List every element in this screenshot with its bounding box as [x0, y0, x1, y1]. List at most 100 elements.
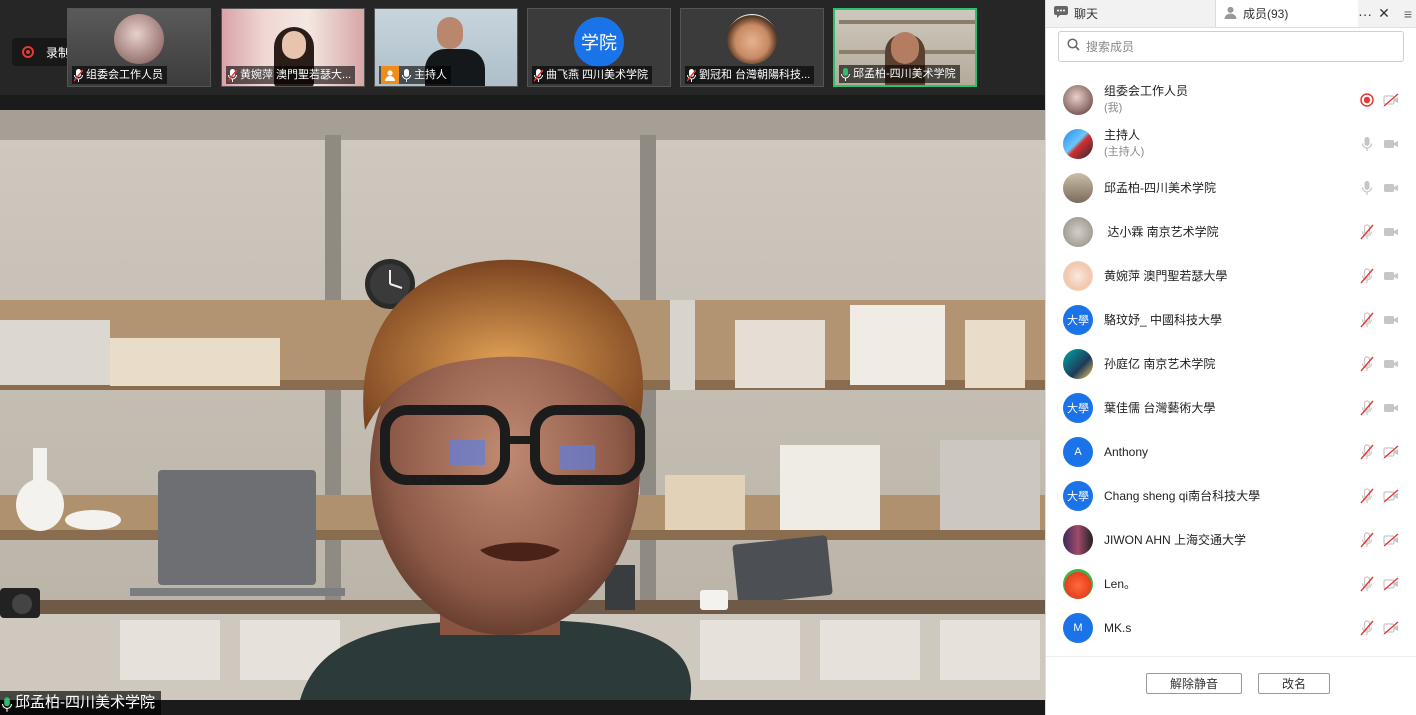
video-off-icon[interactable] [1383, 444, 1399, 460]
face [437, 17, 463, 49]
member-row[interactable]: M MK.s [1046, 606, 1416, 650]
video-thumbnail[interactable]: 组委会工作人员 [67, 8, 211, 87]
panel-tools: ··· ✕ ≡ [1358, 0, 1416, 27]
mic-muted-icon[interactable] [1359, 576, 1375, 592]
tab-chat[interactable]: 聊天 [1046, 0, 1216, 27]
video-icon[interactable] [1383, 180, 1399, 196]
avatar [1063, 525, 1093, 555]
avatar [1063, 569, 1093, 599]
video-thumbnail[interactable]: 黄婉萍 澳門聖若瑟大... [221, 8, 365, 87]
video-thumbnail[interactable]: 主持人 [374, 8, 518, 87]
close-button[interactable]: ✕ [1378, 5, 1390, 22]
mic-muted-icon[interactable] [1359, 444, 1375, 460]
member-row[interactable]: JIWON AHN 上海交通大学 [1046, 518, 1416, 562]
member-info: MK.s [1104, 620, 1131, 637]
video-icon[interactable] [1383, 224, 1399, 240]
mic-muted-icon [74, 68, 83, 82]
chat-icon [1054, 6, 1068, 21]
video-icon[interactable] [1383, 312, 1399, 328]
member-info: Anthony [1104, 444, 1148, 461]
member-info: 駱玟妤_ 中國科技大學 [1104, 312, 1222, 329]
member-row[interactable]: 孙庭亿 南京艺术学院 [1046, 342, 1416, 386]
video-off-icon[interactable] [1383, 532, 1399, 548]
video-icon[interactable] [1383, 400, 1399, 416]
menu-button[interactable]: ≡ [1404, 6, 1412, 22]
member-search[interactable] [1058, 31, 1404, 62]
mic-muted-icon [687, 68, 696, 82]
avatar [1063, 173, 1093, 203]
video-icon[interactable] [1383, 268, 1399, 284]
tab-members[interactable]: 成员(93) [1216, 0, 1359, 27]
recording-icon[interactable] [1359, 92, 1375, 108]
video-thumbnail-active[interactable]: 邱孟柏-四川美术学院 [833, 8, 977, 87]
member-role: (主持人) [1104, 146, 1145, 158]
speaker-video-frame [0, 110, 1045, 700]
panel-tabs: 聊天 成员(93) ··· ✕ ≡ [1046, 0, 1416, 28]
record-icon [22, 46, 34, 58]
video-off-icon[interactable] [1383, 620, 1399, 636]
video-thumbnail[interactable]: 学院 曲飞燕 四川美术学院 [527, 8, 671, 87]
member-row[interactable]: 大學 葉佳儒 台灣藝術大學 [1046, 386, 1416, 430]
tab-members-label: 成员(93) [1243, 7, 1289, 21]
member-row[interactable]: 黄婉萍 澳門聖若瑟大學 [1046, 254, 1416, 298]
more-button[interactable]: ··· [1358, 6, 1372, 22]
mic-muted-icon[interactable] [1359, 268, 1375, 284]
mic-muted-icon[interactable] [1359, 488, 1375, 504]
meeting-window: 录制中 组委会工作人员 黄婉萍 澳門聖若瑟大... 主持人 学院 曲飞燕 四川美… [0, 0, 1416, 715]
mic-muted-icon[interactable] [1359, 224, 1375, 240]
video-icon[interactable] [1383, 356, 1399, 372]
mic-icon [402, 68, 411, 82]
rename-button[interactable]: 改名 [1258, 673, 1330, 694]
avatar: 大學 [1063, 393, 1093, 423]
video-thumbnail[interactable]: 劉冠和 台灣朝陽科技... [680, 8, 824, 87]
avatar [1063, 85, 1093, 115]
member-name: Len。 [1104, 576, 1137, 591]
member-info: Len。 [1104, 576, 1136, 593]
member-row[interactable]: A Anthony [1046, 430, 1416, 474]
member-name: 駱玟妤_ 中國科技大學 [1104, 312, 1223, 327]
video-off-icon[interactable] [1383, 576, 1399, 592]
member-row[interactable]: Len。 [1046, 562, 1416, 606]
thumbnail-name: 组委会工作人员 [72, 66, 167, 84]
member-info: 主持人 (主持人) [1104, 127, 1144, 161]
search-input[interactable] [1086, 39, 1395, 54]
mic-icon[interactable] [1359, 180, 1375, 196]
member-name: JIWON AHN 上海交通大学 [1104, 532, 1247, 547]
thumbnail-name: 劉冠和 台灣朝陽科技... [685, 66, 815, 84]
avatar [1063, 217, 1093, 247]
mic-muted-icon[interactable] [1359, 356, 1375, 372]
mic-icon [841, 67, 850, 81]
member-name: MK.s [1104, 620, 1132, 635]
unmute-all-button[interactable]: 解除静音 [1146, 673, 1242, 694]
mic-icon [2, 696, 12, 712]
avatar: 大學 [1063, 305, 1093, 335]
mic-muted-icon[interactable] [1359, 400, 1375, 416]
video-icon[interactable] [1383, 136, 1399, 152]
mic-muted-icon[interactable] [1359, 312, 1375, 328]
member-row[interactable]: 大學 駱玟妤_ 中國科技大學 [1046, 298, 1416, 342]
side-panel: 聊天 成员(93) ··· ✕ ≡ 组委会工作人员 (我) 主持人 (主持人) 邱孟柏-… [1045, 0, 1416, 715]
main-speaker-video[interactable] [0, 110, 1045, 700]
avatar: 大學 [1063, 481, 1093, 511]
member-row[interactable]: 主持人 (主持人) [1046, 122, 1416, 166]
video-off-icon[interactable] [1383, 92, 1399, 108]
member-row[interactable]: 达小霖 南京艺术学院 [1046, 210, 1416, 254]
avatar: A [1063, 437, 1093, 467]
video-off-icon[interactable] [1383, 488, 1399, 504]
mic-muted-icon[interactable] [1359, 620, 1375, 636]
member-row[interactable]: 大學 Chang sheng qi南台科技大學 [1046, 474, 1416, 518]
face [891, 32, 919, 64]
member-row[interactable]: 组委会工作人员 (我) [1046, 78, 1416, 122]
member-info: 黄婉萍 澳門聖若瑟大學 [1104, 268, 1227, 285]
panel-footer: 解除静音 改名 [1046, 656, 1416, 715]
avatar [727, 14, 777, 64]
person-icon [1224, 6, 1237, 22]
member-row[interactable]: 邱孟柏-四川美术学院 [1046, 166, 1416, 210]
avatar [1063, 349, 1093, 379]
mic-muted-icon[interactable] [1359, 532, 1375, 548]
mic-muted-icon [228, 68, 237, 82]
member-info: 达小霖 南京艺术学院 [1104, 224, 1218, 241]
member-name: 孙庭亿 南京艺术学院 [1104, 356, 1216, 371]
member-list: 组委会工作人员 (我) 主持人 (主持人) 邱孟柏-四川美术学院 达小霖 南京艺术学院黄… [1046, 78, 1416, 656]
mic-icon[interactable] [1359, 136, 1375, 152]
